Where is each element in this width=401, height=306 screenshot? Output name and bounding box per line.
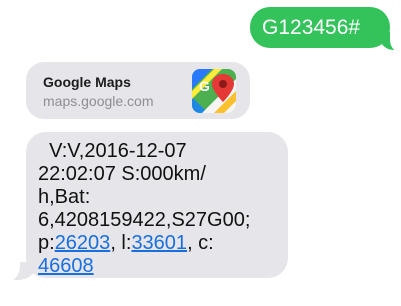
received-line-5: p:26203, l:33601, c:: [38, 232, 214, 254]
link-preview-domain: maps.google.com: [43, 93, 154, 109]
google-maps-icon: G: [192, 69, 236, 113]
message-thread: G123456# Google Maps maps.google.com G V…: [0, 0, 401, 306]
c-value-link[interactable]: 46608: [38, 255, 94, 277]
received-line-4: 6,4208159422,S27G00;: [38, 209, 251, 231]
sent-message-text: G123456#: [262, 16, 361, 39]
link-preview-title: Google Maps: [43, 74, 131, 90]
received-message-bubble[interactable]: V:V,2016-12-07 22:02:07 S:000km/ h,Bat: …: [26, 132, 288, 278]
sent-message-bubble[interactable]: G123456#: [250, 7, 390, 48]
link-preview-card[interactable]: Google Maps maps.google.com G: [26, 62, 250, 119]
svg-text:G: G: [199, 78, 210, 94]
l-value-link[interactable]: 33601: [131, 232, 187, 254]
received-line-1: V:V,2016-12-07: [49, 140, 187, 162]
received-line-2: 22:02:07 S:000km/: [38, 163, 206, 185]
received-line-6: 46608: [38, 255, 278, 278]
p-value-link[interactable]: 26203: [55, 232, 111, 254]
received-line-3: h,Bat:: [38, 186, 91, 208]
